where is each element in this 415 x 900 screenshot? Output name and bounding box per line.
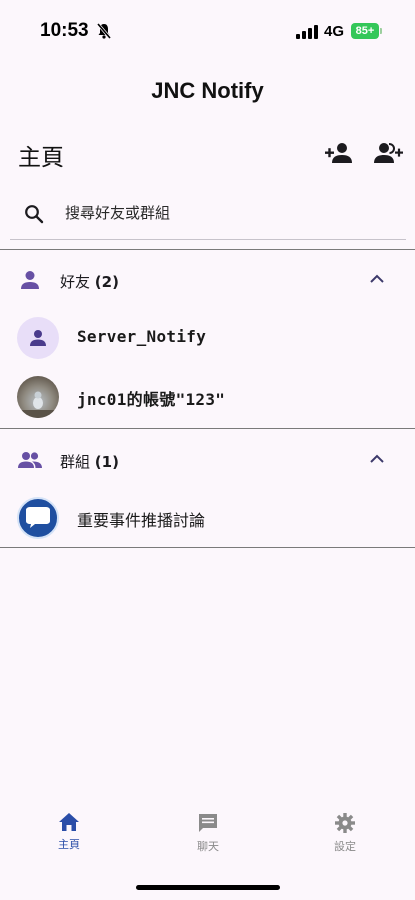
signal-icon xyxy=(296,25,318,39)
friends-count: (2) xyxy=(94,273,119,291)
friend-name: Server_Notify xyxy=(77,327,207,346)
network-type: 4G xyxy=(324,23,345,40)
divider xyxy=(0,249,415,250)
search-input[interactable]: 搜尋好友或群組 xyxy=(65,202,170,223)
group-row[interactable]: 重要事件推播討論 xyxy=(0,492,415,544)
avatar-photo xyxy=(17,376,59,418)
nav-label-home: 主頁 xyxy=(58,838,80,851)
status-time: 10:53 xyxy=(40,20,89,41)
home-indicator[interactable] xyxy=(136,885,280,890)
groups-count: (1) xyxy=(94,453,119,471)
app-title: JNC Notify xyxy=(151,78,264,103)
groups-label: 群組 xyxy=(60,453,91,471)
friend-name: jnc01的帳號"123" xyxy=(77,390,226,409)
section-header-groups[interactable]: 群組 (1) xyxy=(0,440,415,480)
friend-row[interactable]: jnc01的帳號"123" xyxy=(0,371,415,423)
add-friend-icon xyxy=(325,143,352,163)
group-name: 重要事件推播討論 xyxy=(77,511,206,530)
avatar xyxy=(17,317,59,359)
add-group-button[interactable] xyxy=(374,140,404,166)
gear-icon xyxy=(335,813,355,833)
bottom-nav: 主頁 聊天 設定 xyxy=(0,800,415,870)
battery-cap xyxy=(380,28,382,34)
nav-item-settings[interactable]: 設定 xyxy=(305,812,385,854)
default-person-icon xyxy=(30,330,46,346)
section-header-friends[interactable]: 好友 (2) xyxy=(0,260,415,300)
nav-label-chat: 聊天 xyxy=(197,840,219,853)
add-friend-button[interactable] xyxy=(324,140,354,166)
section-label-friends: 好友 (2) xyxy=(60,271,119,292)
person-icon xyxy=(21,271,39,289)
friend-row[interactable]: Server_Notify xyxy=(0,312,415,364)
jnc-logo xyxy=(17,497,59,539)
status-bar: 10:53 4G 85+ xyxy=(0,0,415,62)
nav-item-chat[interactable]: 聊天 xyxy=(168,812,248,854)
divider xyxy=(0,428,415,429)
divider xyxy=(0,547,415,548)
chat-icon xyxy=(199,814,217,832)
battery-indicator: 85+ xyxy=(351,23,379,39)
bell-muted-icon xyxy=(96,23,112,39)
page-title: 主頁 xyxy=(18,145,64,171)
search-bar[interactable]: 搜尋好友或群組 xyxy=(10,188,406,240)
home-icon xyxy=(59,813,79,831)
nav-label-settings: 設定 xyxy=(334,840,356,853)
jnc-logo-image xyxy=(26,507,50,528)
section-label-groups: 群組 (1) xyxy=(60,451,119,472)
search-icon xyxy=(25,205,44,224)
chevron-up-icon[interactable] xyxy=(368,452,386,466)
group-icon xyxy=(18,452,42,468)
photo-image xyxy=(17,391,59,418)
friends-label: 好友 xyxy=(60,273,91,291)
add-group-icon xyxy=(374,143,403,163)
nav-item-home[interactable]: 主頁 xyxy=(29,812,109,852)
chevron-up-icon[interactable] xyxy=(368,272,386,286)
